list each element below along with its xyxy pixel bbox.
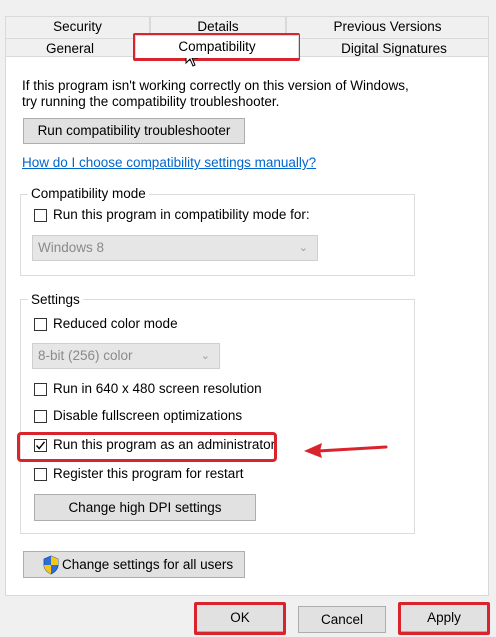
run-640-checkbox[interactable] (34, 383, 47, 396)
disable-fullscreen-checkbox[interactable] (34, 410, 47, 423)
intro-text-line2: try running the compatibility troublesho… (22, 94, 280, 109)
color-depth-select[interactable]: 8-bit (256) color ⌄ (32, 343, 220, 369)
run-as-admin-label: Run this program as an administrator (53, 437, 276, 452)
compat-os-select[interactable]: Windows 8 ⌄ (32, 235, 318, 261)
chevron-down-icon: ⌄ (298, 242, 308, 254)
run-troubleshooter-button[interactable]: Run compatibility troubleshooter (23, 118, 245, 144)
reduced-color-checkbox[interactable] (34, 318, 47, 331)
change-dpi-button[interactable]: Change high DPI settings (34, 494, 256, 521)
compatibility-mode-legend: Compatibility mode (28, 186, 149, 201)
disable-fullscreen-label: Disable fullscreen optimizations (53, 408, 243, 423)
uac-shield-icon (43, 555, 59, 575)
intro-text-line1: If this program isn't working correctly … (22, 78, 409, 93)
chevron-down-icon: ⌄ (200, 350, 210, 362)
ok-button[interactable]: OK (196, 604, 284, 632)
settings-legend: Settings (28, 292, 83, 307)
cancel-button[interactable]: Cancel (298, 606, 386, 633)
checkmark-icon (35, 441, 46, 450)
change-all-users-button[interactable]: Change settings for all users (23, 551, 245, 578)
reduced-color-label: Reduced color mode (53, 316, 178, 331)
register-restart-checkbox[interactable] (34, 468, 47, 481)
tab-compatibility[interactable]: Compatibility (135, 35, 299, 58)
change-all-users-label: Change settings for all users (62, 557, 234, 572)
tab-digital-signatures[interactable]: Digital Signatures (299, 38, 489, 58)
tab-security[interactable]: Security (5, 16, 150, 38)
compat-os-value: Windows 8 (38, 240, 105, 255)
run-as-admin-checkbox[interactable] (34, 439, 47, 452)
compat-mode-checkbox[interactable] (34, 209, 47, 222)
manual-settings-link[interactable]: How do I choose compatibility settings m… (22, 155, 316, 170)
compat-mode-label: Run this program in compatibility mode f… (53, 207, 310, 222)
tab-general[interactable]: General (5, 38, 135, 58)
color-depth-value: 8-bit (256) color (38, 348, 133, 363)
tab-previous-versions[interactable]: Previous Versions (286, 16, 489, 38)
register-restart-label: Register this program for restart (53, 466, 244, 481)
apply-button[interactable]: Apply (400, 604, 488, 632)
annotation-arrow-icon (304, 443, 388, 458)
run-640-label: Run in 640 x 480 screen resolution (53, 381, 262, 396)
